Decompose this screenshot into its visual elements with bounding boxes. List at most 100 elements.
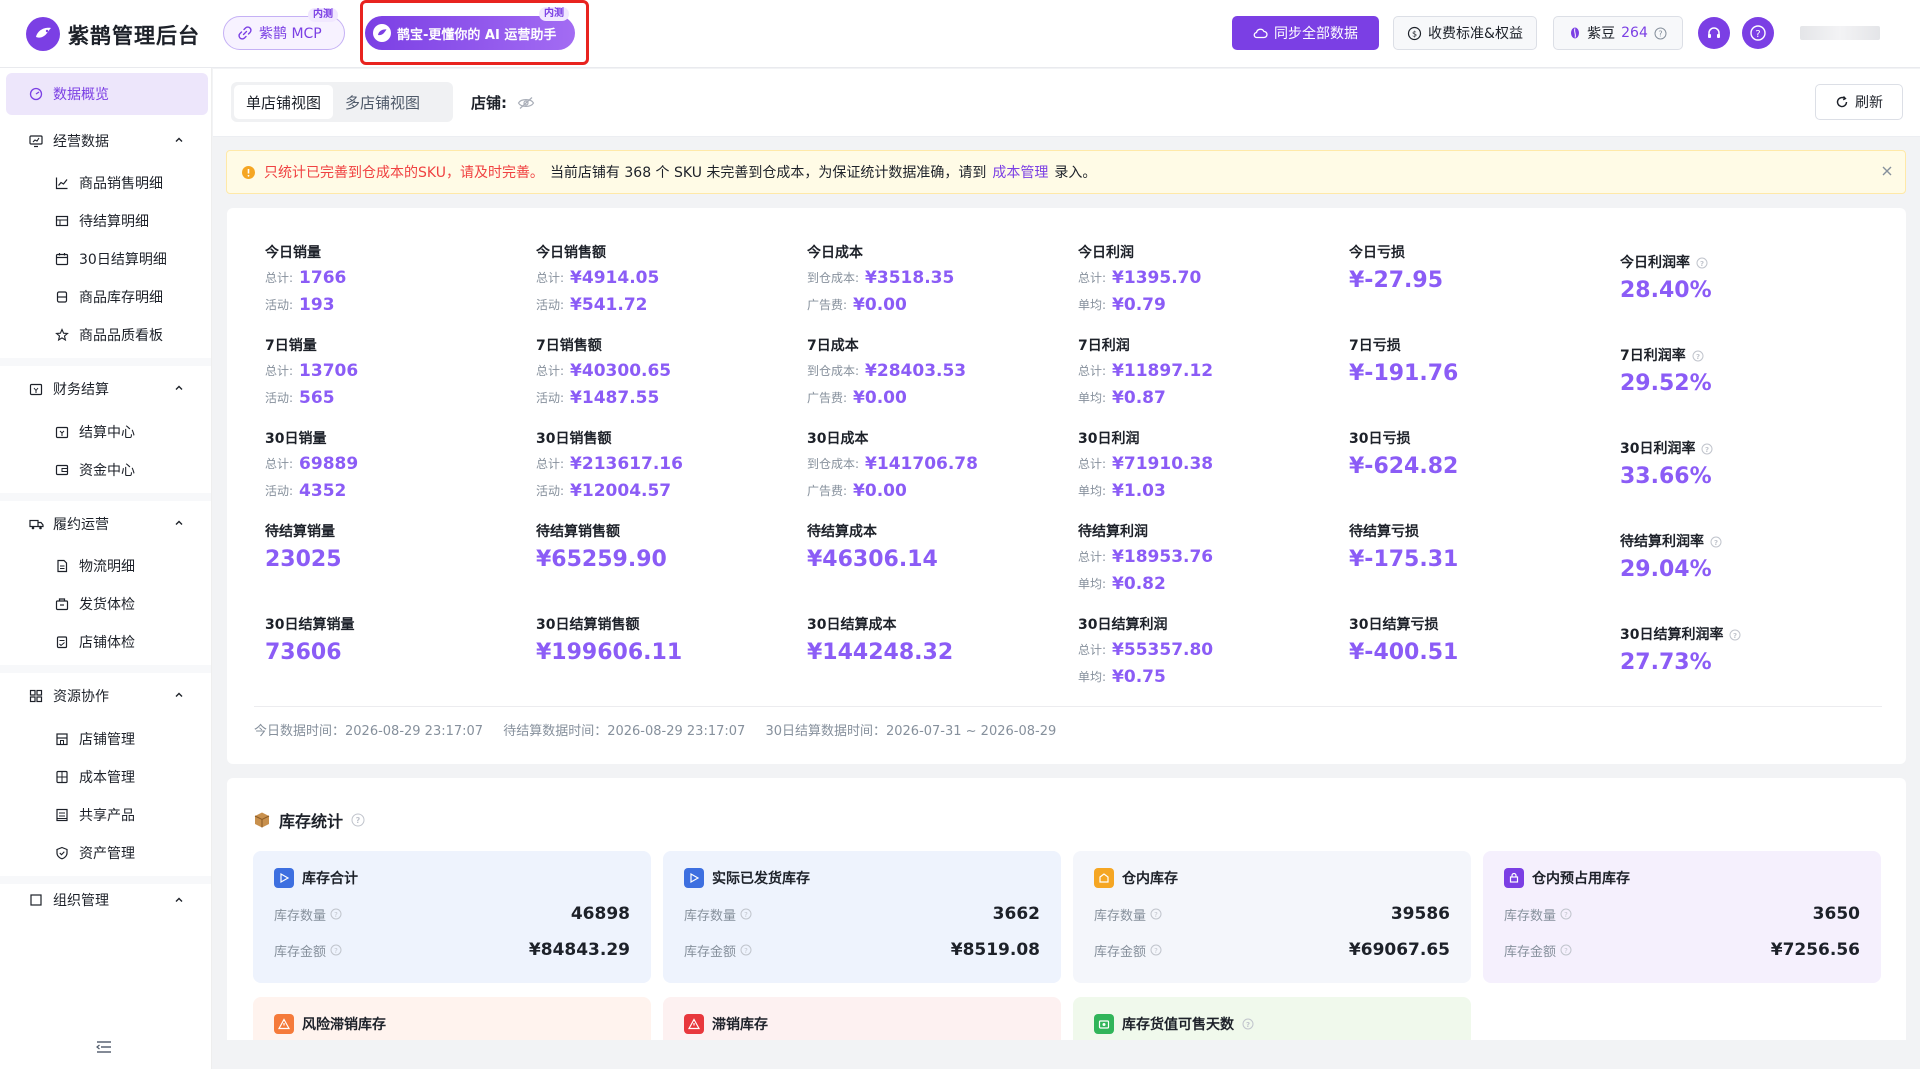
help-icon: ? [1710, 536, 1722, 548]
shop-selector[interactable]: 店铺: [471, 92, 535, 113]
sidebar-item-shop-check[interactable]: 店铺体检 [6, 621, 208, 663]
stat-title: 30日结算成本 [807, 617, 897, 633]
archive-icon [54, 289, 70, 305]
pending-data-time: 待结算数据时间：2026-08-29 23:17:07 [503, 724, 746, 739]
chevron-up-icon [174, 518, 184, 528]
help-center-icon[interactable]: ? [1742, 17, 1774, 49]
sidebar-item-30day-detail[interactable]: 30日结算明细 [6, 238, 208, 280]
stat-item: 今日销售额 总计: ¥4914.05 活动: ¥541.72 [536, 242, 796, 318]
stat-title: 30日利润率? [1620, 438, 1880, 460]
svg-text:?: ? [1154, 947, 1158, 955]
mcp-button[interactable]: 紫鹊 MCP 内测 [223, 8, 345, 50]
bean-balance-button[interactable]: 紫豆 264 ? [1553, 16, 1683, 50]
stat-item: 30日结算利润率? 27.73% [1620, 624, 1880, 675]
stat-title: 7日亏损 [1349, 338, 1401, 354]
stat-value: ¥46306.14 [807, 547, 938, 572]
headset-icon[interactable] [1698, 17, 1730, 49]
amount-value: ¥84843.29 [528, 940, 630, 960]
sidebar-item-shared-products[interactable]: 共享产品 [6, 794, 208, 836]
sidebar-item-cost-management[interactable]: 成本管理 [6, 756, 208, 798]
stat-sub-label: 总计: [536, 271, 565, 285]
stat-sub-label: 活动: [536, 298, 565, 312]
stat-item: 30日利润率? 33.66% [1620, 438, 1880, 489]
sidebar-group-fulfillment[interactable]: 履约运营 [6, 503, 208, 545]
sidebar-item-inventory-detail[interactable]: 商品库存明细 [6, 276, 208, 318]
bean-icon [1569, 26, 1581, 40]
svg-text:?: ? [1700, 260, 1704, 268]
truck-icon [28, 516, 44, 532]
pricing-button[interactable]: $ 收费标准&权益 [1393, 16, 1537, 50]
stat-item: 待结算亏损 ¥-175.31 [1349, 521, 1609, 572]
sync-all-button[interactable]: 同步全部数据 [1232, 16, 1379, 50]
tab-single-shop[interactable]: 单店铺视图 [234, 85, 334, 119]
stat-title: 今日亏损 [1349, 245, 1405, 261]
amount-label: 库存金额 [1504, 944, 1557, 960]
data-time-row: 今日数据时间：2026-08-29 23:17:07 待结算数据时间：2026-… [254, 720, 1072, 739]
svg-text:?: ? [744, 947, 748, 955]
stat-title: 30日利润 [1078, 431, 1140, 447]
sync-all-label: 同步全部数据 [1274, 26, 1358, 42]
sidebar-item-label: 商品库存明细 [79, 290, 163, 306]
stat-title: 30日结算销量 [265, 617, 355, 633]
sidebar-item-funds[interactable]: 资金中心 [6, 449, 208, 491]
sidebar-item-label: 资金中心 [79, 463, 135, 479]
tab-multi-shop[interactable]: 多店铺视图 [333, 85, 432, 119]
sidebar-item-label: 结算中心 [79, 425, 135, 441]
close-icon[interactable] [1881, 165, 1893, 177]
box-icon [253, 811, 271, 829]
inventory-card-title: 仓内库存 [1122, 871, 1178, 887]
sidebar-item-label: 资产管理 [79, 846, 135, 862]
qty-value: 3650 [1812, 904, 1860, 924]
qty-value: 3662 [992, 904, 1040, 924]
sidebar-group-finance[interactable]: 财务结算 [6, 368, 208, 410]
svg-text:?: ? [1658, 29, 1662, 38]
refresh-button[interactable]: 刷新 [1815, 84, 1903, 120]
sidebar-item-shipping-check[interactable]: 发货体检 [6, 583, 208, 625]
sidebar-item-sales-detail[interactable]: 商品销售明细 [6, 162, 208, 204]
sidebar-group-label: 财务结算 [53, 382, 109, 398]
help-icon: ? [330, 944, 342, 956]
grid-icon [28, 688, 44, 704]
amount-label: 库存金额 [274, 944, 327, 960]
dashboard-icon [28, 86, 44, 102]
chevron-up-icon [174, 895, 184, 905]
sidebar-item-quality-board[interactable]: 商品品质看板 [6, 314, 208, 356]
stat-sub-value: ¥0.79 [1112, 294, 1166, 315]
org-icon [28, 892, 44, 908]
sidebar-item-shop-management[interactable]: 店铺管理 [6, 718, 208, 760]
stat-item: 今日亏损 ¥-27.95 [1349, 242, 1609, 293]
stat-item: 待结算销量 23025 [265, 521, 525, 572]
sidebar-group-organization[interactable]: 组织管理 [6, 886, 208, 914]
inventory-title: 库存统计 ? [253, 808, 365, 832]
stat-sub-value: 193 [299, 294, 335, 315]
collapse-menu-icon[interactable] [95, 1040, 113, 1054]
stock-icon [274, 1014, 294, 1034]
app-title: 紫鹊管理后台 [68, 24, 200, 48]
stat-sub-value: ¥71910.38 [1112, 453, 1214, 474]
warning-text-after: 录入。 [1054, 165, 1097, 181]
document-icon [54, 558, 70, 574]
sidebar: 数据概览 经营数据 商品销售明细 待结算明细 30日结算明细 商品库存明细 商品… [0, 68, 212, 1069]
stat-item: 30日利润 总计: ¥71910.38 单均: ¥1.03 [1078, 428, 1338, 504]
sidebar-item-settlement[interactable]: 结算中心 [6, 411, 208, 453]
sidebar-item-asset-management[interactable]: 资产管理 [6, 832, 208, 874]
inventory-card-warehouse-stock: 仓内库存 库存数量? 39586 库存金额? ¥69067.65 [1073, 851, 1471, 983]
sidebar-item-logistics[interactable]: 物流明细 [6, 545, 208, 587]
stat-value: ¥-175.31 [1349, 547, 1459, 572]
stat-item: 30日结算销售额 ¥199606.11 [536, 614, 796, 665]
stat-sub-value: ¥541.72 [570, 294, 648, 315]
user-avatar[interactable] [1800, 26, 1880, 40]
shield-check-icon [54, 845, 70, 861]
stat-value: 29.04% [1620, 557, 1712, 582]
sidebar-item-pending-detail[interactable]: 待结算明细 [6, 200, 208, 242]
stat-value: 73606 [265, 640, 342, 665]
cost-management-link[interactable]: 成本管理 [992, 162, 1048, 182]
sidebar-group-resources[interactable]: 资源协作 [6, 675, 208, 717]
sidebar-group-operations[interactable]: 经营数据 [6, 120, 208, 162]
stat-sub-label: 活动: [265, 391, 294, 405]
stat-item: 30日结算亏损 ¥-400.51 [1349, 614, 1609, 665]
sidebar-item-overview[interactable]: 数据概览 [6, 73, 208, 115]
inventory-card-total-stock: 库存合计 库存数量? 46898 库存金额? ¥84843.29 [253, 851, 651, 983]
eye-off-icon[interactable] [517, 96, 535, 110]
package-check-icon [54, 596, 70, 612]
